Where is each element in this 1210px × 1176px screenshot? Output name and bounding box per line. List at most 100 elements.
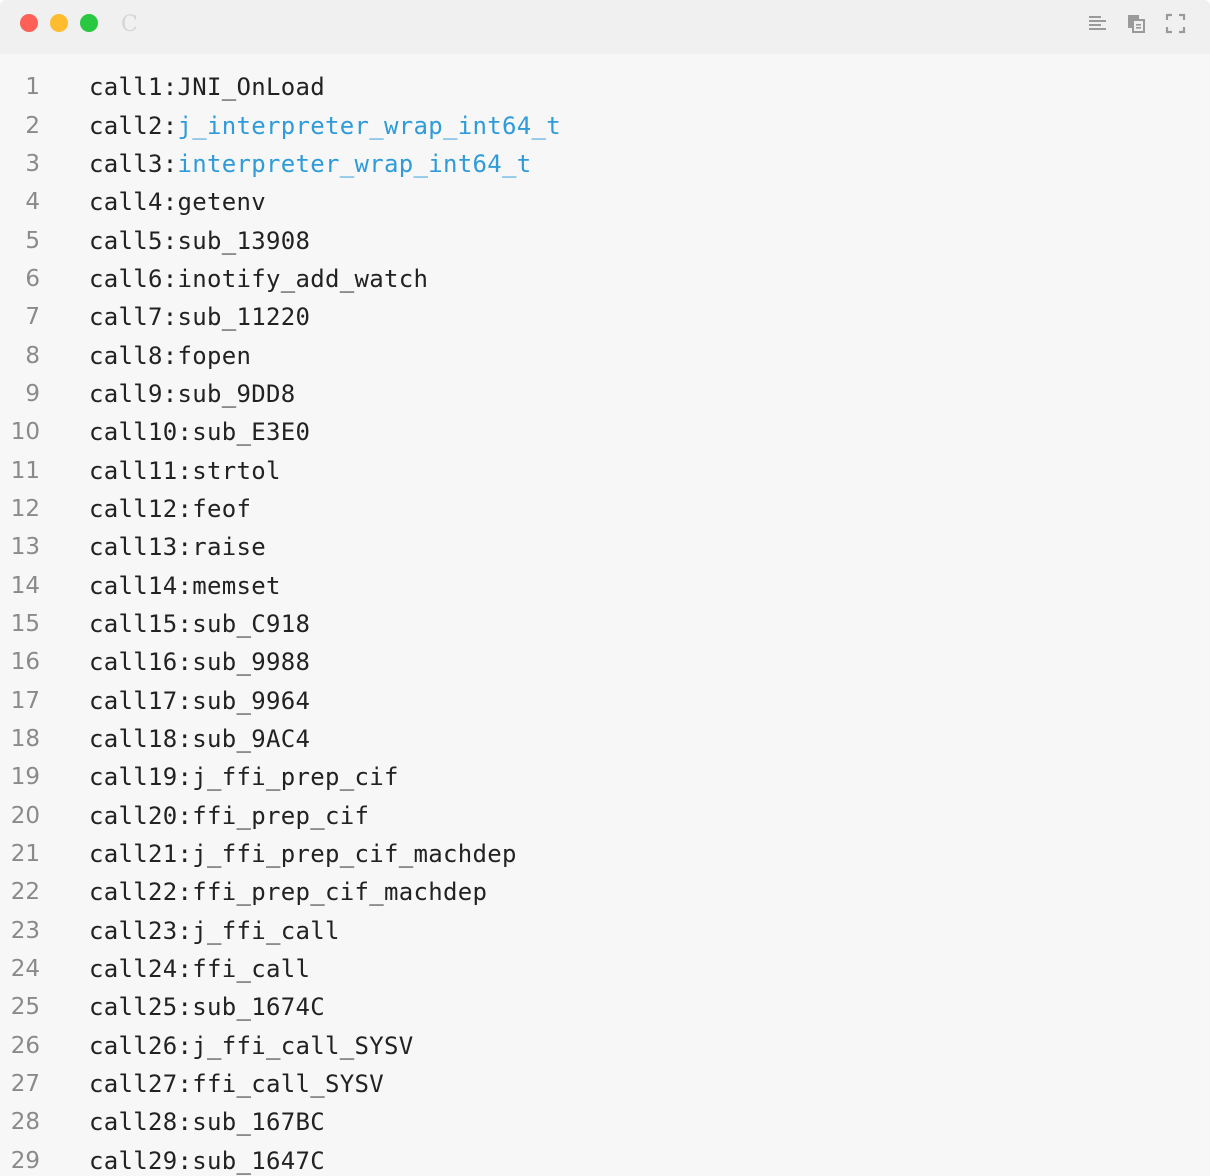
function-name: ffi_prep_cif: [192, 801, 370, 830]
code-line: 6 call6:inotify_add_watch: [0, 260, 1210, 298]
call-prefix: call7:: [89, 303, 178, 332]
code-text: call27:ffi_call_SYSV: [89, 1070, 384, 1098]
call-prefix: call12:: [89, 494, 193, 523]
align-left-icon[interactable]: [1087, 13, 1108, 34]
code-line: 10 call10:sub_E3E0: [0, 413, 1210, 451]
line-number: 29: [10, 1147, 40, 1174]
code-text: call23:j_ffi_call: [89, 917, 340, 945]
call-prefix: call29:: [89, 1146, 193, 1175]
code-line: 19 call19:j_ffi_prep_cif: [0, 758, 1210, 796]
call-prefix: call10:: [89, 418, 193, 447]
code-text: call16:sub_9988: [89, 648, 310, 676]
code-text: call15:sub_C918: [89, 610, 310, 638]
fullscreen-icon[interactable]: [1165, 13, 1186, 34]
line-number: 19: [10, 764, 40, 791]
code-text: call21:j_ffi_prep_cif_machdep: [89, 840, 517, 868]
line-number: 10: [10, 419, 40, 446]
call-prefix: call21:: [89, 840, 193, 869]
code-line: 15 call15:sub_C918: [0, 605, 1210, 643]
code-line: 25 call25:sub_1674C: [0, 988, 1210, 1026]
code-text: call12:feof: [89, 495, 251, 523]
code-line: 4 call4:getenv: [0, 183, 1210, 221]
code-text: call26:j_ffi_call_SYSV: [89, 1032, 414, 1060]
code-text: call10:sub_E3E0: [89, 418, 310, 446]
code-line: 7 call7:sub_11220: [0, 298, 1210, 336]
line-number: 1: [25, 74, 40, 101]
line-number: 16: [10, 649, 40, 676]
function-name: sub_1674C: [192, 993, 325, 1022]
call-prefix: call16:: [89, 648, 193, 677]
call-prefix: call14:: [89, 571, 193, 600]
line-number: 8: [25, 342, 40, 369]
call-prefix: call1:: [89, 73, 178, 102]
close-window-button[interactable]: [20, 14, 38, 32]
line-number: 4: [25, 189, 40, 216]
code-text: call20:ffi_prep_cif: [89, 802, 369, 830]
function-name: sub_11220: [177, 303, 311, 332]
function-name: feof: [192, 494, 252, 523]
code-line: 27 call27:ffi_call_SYSV: [0, 1065, 1210, 1103]
function-name: sub_13908: [177, 226, 311, 255]
code-window: C 1 call1:JNI_OnLoad 2 call2:j_interpreter_…: [0, 0, 1210, 1176]
code-text: call19:j_ffi_prep_cif: [89, 763, 399, 791]
function-name: ffi_prep_cif_machdep: [192, 878, 488, 907]
code-text: call11:strtol: [89, 457, 281, 485]
line-number: 5: [25, 227, 40, 254]
function-name: strtol: [192, 456, 281, 485]
code-text: call28:sub_167BC: [89, 1108, 325, 1136]
function-name: j_ffi_call_SYSV: [192, 1031, 414, 1060]
line-number: 26: [10, 1032, 40, 1059]
function-name: sub_1647C: [192, 1146, 325, 1175]
call-prefix: call28:: [89, 1108, 193, 1137]
code-block: 1 call1:JNI_OnLoad 2 call2:j_interpreter_wr…: [0, 68, 1210, 1176]
function-name: sub_9DD8: [177, 379, 296, 408]
code-text: call5:sub_13908: [89, 227, 310, 255]
maximize-window-button[interactable]: [80, 14, 98, 32]
call-prefix: call9:: [89, 379, 178, 408]
function-name: JNI_OnLoad: [177, 73, 325, 102]
copy-icon[interactable]: [1126, 13, 1147, 34]
call-prefix: call8:: [89, 341, 178, 370]
line-number: 11: [10, 457, 40, 484]
line-number: 7: [25, 304, 40, 331]
code-line: 9 call9:sub_9DD8: [0, 375, 1210, 413]
call-prefix: call27:: [89, 1070, 193, 1099]
code-text: call7:sub_11220: [89, 303, 310, 331]
line-number: 27: [10, 1071, 40, 1098]
call-prefix: call4:: [89, 188, 178, 217]
call-prefix: call24:: [89, 955, 193, 984]
code-line: 12 call12:feof: [0, 490, 1210, 528]
call-prefix: call2:: [89, 111, 178, 140]
code-line: 1 call1:JNI_OnLoad: [0, 68, 1210, 106]
function-name: raise: [192, 533, 266, 562]
line-number: 14: [10, 572, 40, 599]
minimize-window-button[interactable]: [50, 14, 68, 32]
code-text: call9:sub_9DD8: [89, 380, 296, 408]
function-name: inotify_add_watch: [177, 264, 429, 293]
code-line: 26 call26:j_ffi_call_SYSV: [0, 1027, 1210, 1065]
code-line: 18 call18:sub_9AC4: [0, 720, 1210, 758]
call-prefix: call5:: [89, 226, 178, 255]
function-name: sub_167BC: [192, 1108, 325, 1137]
function-name: j_ffi_call: [192, 916, 340, 945]
code-text: call29:sub_1647C: [89, 1147, 325, 1175]
line-number: 25: [10, 994, 40, 1021]
call-prefix: call13:: [89, 533, 193, 562]
line-number: 13: [10, 534, 40, 561]
line-number: 22: [10, 879, 40, 906]
code-text: call1:JNI_OnLoad: [89, 73, 325, 101]
code-text: call3:interpreter_wrap_int64_t: [89, 150, 531, 178]
code-line: 22 call22:ffi_prep_cif_machdep: [0, 873, 1210, 911]
call-prefix: call17:: [89, 686, 193, 715]
code-line: 5 call5:sub_13908: [0, 221, 1210, 259]
code-text: call13:raise: [89, 533, 266, 561]
code-text: call4:getenv: [89, 188, 266, 216]
line-number: 18: [10, 726, 40, 753]
line-number: 2: [25, 112, 40, 139]
code-text: call18:sub_9AC4: [89, 725, 310, 753]
call-prefix: call20:: [89, 801, 193, 830]
code-line: 16 call16:sub_9988: [0, 643, 1210, 681]
code-line: 28 call28:sub_167BC: [0, 1103, 1210, 1141]
code-line: 3 call3:interpreter_wrap_int64_t: [0, 145, 1210, 183]
function-name: j_ffi_prep_cif_machdep: [192, 840, 517, 869]
